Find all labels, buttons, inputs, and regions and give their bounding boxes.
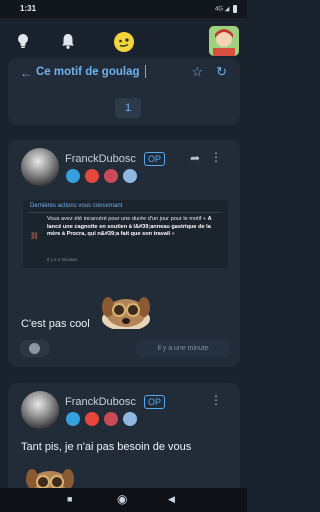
topic-title: Ce motif de goulag <box>36 66 140 78</box>
author-avatar[interactable] <box>21 148 59 186</box>
more-options-icon[interactable]: ⋮ <box>210 150 222 164</box>
add-reaction-button[interactable] <box>20 340 50 357</box>
jail-icon: ⛓ <box>30 233 39 240</box>
notification-text-start: Vous avez été incarcéré pour une durée d… <box>47 216 208 222</box>
divider <box>28 212 223 213</box>
author-name[interactable]: FranckDubosc <box>65 153 136 165</box>
smiley-icon[interactable] <box>113 31 135 53</box>
back-arrow-icon[interactable]: ← <box>20 66 32 80</box>
notification-text: Vous avez été incarcéré pour une durée d… <box>47 216 222 239</box>
post-card: FranckDubosc OP ⋮ Tant pis, je n'ai pas … <box>8 383 240 503</box>
wheel-badge <box>104 169 118 183</box>
star-badge <box>66 412 80 426</box>
refresh-icon[interactable]: ↻ <box>216 64 227 80</box>
star-badge <box>66 169 80 183</box>
status-time: 1:31 <box>20 4 37 13</box>
page-number-button[interactable]: 1 <box>115 98 141 118</box>
back-button[interactable]: ◀ <box>168 494 175 505</box>
author-avatar[interactable] <box>21 391 59 429</box>
emoji-face-icon <box>29 343 40 354</box>
share-icon[interactable]: ➦ <box>190 151 200 165</box>
notification-text-end: » <box>170 231 175 238</box>
op-badge: OP <box>144 395 166 409</box>
portrait-badge <box>123 412 137 426</box>
topic-nav-card: ← Ce motif de goulag ☆ ↻ 1 <box>8 58 240 125</box>
profile-avatar-image <box>209 26 239 56</box>
battery-icon <box>233 5 237 13</box>
post-text: C'est pas cool <box>21 318 90 330</box>
author-name[interactable]: FranckDubosc <box>65 396 136 408</box>
system-nav-bar: ■ ◉ ◀ <box>0 488 247 512</box>
post-time: Il y a une minute <box>136 340 230 357</box>
op-badge: OP <box>144 152 166 166</box>
status-bar: 1:31 4G ◢ <box>0 0 247 18</box>
star-icon[interactable]: ☆ <box>191 64 203 80</box>
notification-box: Dernières actions vous concernant ⛓ Vous… <box>23 200 228 268</box>
lightbulb-icon[interactable] <box>14 32 32 50</box>
bell-icon[interactable] <box>59 32 77 50</box>
more-options-icon[interactable]: ⋮ <box>210 393 222 407</box>
post-card: FranckDubosc OP ➦ ⋮ Dernières actions vo… <box>8 140 240 367</box>
portrait-badge <box>123 169 137 183</box>
post-text: Tant pis, je n'ai pas besoin de vous <box>21 441 192 453</box>
notification-time: Il y a 2 minutes <box>47 257 78 262</box>
status-indicators: 4G ◢ <box>215 5 237 13</box>
dog-with-goggles-sticker <box>102 297 150 329</box>
notification-header: Dernières actions vous concernant <box>30 203 123 209</box>
fire-badge <box>85 412 99 426</box>
wheel-badge <box>104 412 118 426</box>
text-cursor <box>145 65 146 78</box>
recent-apps-button[interactable]: ■ <box>67 494 72 504</box>
signal-icon: ◢ <box>224 6 230 13</box>
home-button[interactable]: ◉ <box>117 492 127 506</box>
network-label: 4G <box>215 6 224 13</box>
fire-badge <box>85 169 99 183</box>
profile-avatar[interactable] <box>209 26 239 56</box>
